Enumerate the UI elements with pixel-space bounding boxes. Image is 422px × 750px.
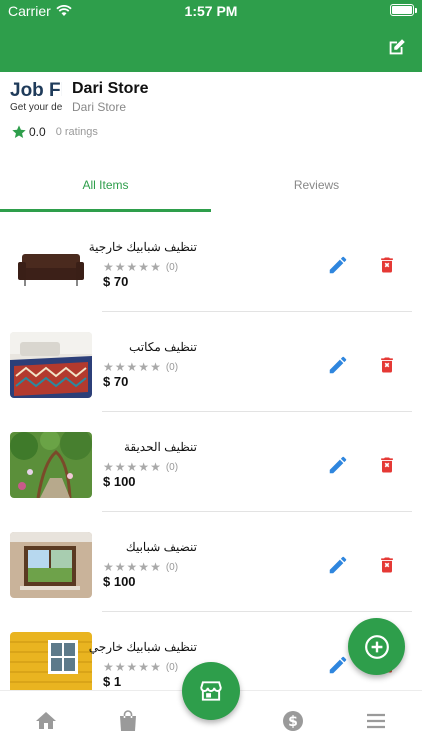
store-name: Dari Store (72, 80, 149, 97)
item-price: $ 70 (103, 374, 129, 389)
tab-reviews[interactable]: Reviews (211, 167, 422, 212)
item-name: تنظيف شبابيك خارجية (88, 240, 197, 254)
star-empty-icon: ★ (138, 360, 150, 374)
item-rating: ★ ★ ★ ★ ★ (0) (103, 660, 178, 674)
star-empty-icon: ★ (103, 560, 114, 574)
list-item[interactable]: تنظيف الحديقة ★ ★ ★ ★ ★ (0) $ 100 (0, 412, 422, 512)
item-image-garden (10, 432, 92, 498)
store-button[interactable] (182, 662, 240, 720)
star-empty-icon: ★ (103, 360, 114, 374)
item-rating: ★ ★ ★ ★ ★ (0) (103, 560, 178, 574)
star-empty-icon: ★ (114, 260, 126, 274)
star-empty-icon: ★ (114, 460, 126, 474)
store-tabs: All Items Reviews (0, 167, 422, 212)
star-empty-icon: ★ (126, 360, 138, 374)
star-empty-icon: ★ (150, 260, 161, 274)
item-name: تنظيف مكاتب (128, 340, 197, 354)
edit-pencil-icon[interactable] (327, 654, 349, 676)
app-header: Carrier 1:57 PM (0, 0, 422, 72)
list-item[interactable]: تنظيف شبابيك خارجية ★ ★ ★ ★ ★ (0) $ 70 (0, 212, 422, 312)
item-review-count: (0) (165, 461, 179, 473)
tab-all-items[interactable]: All Items (0, 167, 211, 212)
star-empty-icon: ★ (103, 460, 114, 474)
dollar-icon[interactable]: $ (281, 709, 305, 733)
delete-trash-icon[interactable] (377, 454, 397, 476)
home-icon[interactable] (34, 709, 58, 733)
star-empty-icon: ★ (138, 460, 150, 474)
add-item-button[interactable] (348, 618, 405, 675)
status-time: 1:57 PM (184, 3, 238, 19)
menu-icon[interactable] (364, 709, 388, 733)
star-empty-icon: ★ (138, 560, 150, 574)
star-empty-icon: ★ (114, 560, 126, 574)
item-price: $ 1 (103, 674, 122, 689)
store-subtitle: Dari Store (72, 100, 127, 114)
star-empty-icon: ★ (138, 260, 150, 274)
list-item[interactable]: تنضيف شبابيك ★ ★ ★ ★ ★ (0) $ 100 (0, 512, 422, 612)
edit-pencil-icon[interactable] (327, 254, 349, 276)
star-empty-icon: ★ (126, 560, 138, 574)
store-header: Job Fl Get your de Dari Store Dari Store… (0, 72, 422, 167)
item-review-count: (0) (165, 261, 179, 273)
item-price: $ 70 (103, 274, 129, 289)
storefront-icon (200, 681, 222, 701)
star-empty-icon: ★ (150, 360, 161, 374)
edit-pencil-icon[interactable] (327, 454, 349, 476)
list-item[interactable]: تنظيف مكاتب ★ ★ ★ ★ ★ (0) $ 70 (0, 312, 422, 412)
item-price: $ 100 (103, 574, 136, 589)
item-rating: ★ ★ ★ ★ ★ (0) (103, 260, 178, 274)
item-name: تنظيف شبابيك خارجي (88, 640, 197, 654)
delete-trash-icon[interactable] (377, 354, 397, 376)
add-circle-icon (364, 634, 389, 659)
star-empty-icon: ★ (126, 260, 138, 274)
star-empty-icon: ★ (114, 360, 126, 374)
store-logo[interactable]: Job Fl Get your de (0, 80, 62, 116)
item-name: تنظيف الحديقة (123, 440, 197, 454)
star-empty-icon: ★ (138, 660, 150, 674)
logo-title: Job Fl (10, 80, 62, 101)
star-empty-icon: ★ (126, 460, 138, 474)
item-image-window (10, 532, 92, 598)
status-bar: Carrier 1:57 PM (0, 0, 422, 22)
battery-icon (390, 4, 417, 16)
star-empty-icon: ★ (126, 660, 138, 674)
logo-subtitle: Get your de (10, 102, 62, 113)
item-rating: ★ ★ ★ ★ ★ (0) (103, 360, 178, 374)
edit-pencil-icon[interactable] (327, 354, 349, 376)
delete-trash-icon[interactable] (377, 254, 397, 276)
star-empty-icon: ★ (114, 660, 126, 674)
item-review-count: (0) (165, 561, 179, 573)
star-icon (12, 125, 26, 138)
item-image-living-room (10, 332, 92, 398)
item-review-count: (0) (165, 661, 179, 673)
shopping-bag-icon[interactable] (116, 709, 140, 733)
item-image-yellow-house (10, 632, 92, 698)
svg-text:$: $ (288, 714, 298, 730)
delete-trash-icon[interactable] (377, 554, 397, 576)
ratings-count: 0 ratings (55, 126, 98, 138)
store-rating: 0.0 0 ratings (11, 124, 98, 140)
item-image-sofa (10, 232, 92, 298)
rating-value: 0.0 (29, 125, 46, 139)
star-empty-icon: ★ (150, 560, 161, 574)
star-empty-icon: ★ (150, 460, 161, 474)
edit-store-button[interactable] (386, 36, 408, 58)
item-review-count: (0) (165, 361, 179, 373)
item-name: تنضيف شبابيك (125, 540, 197, 554)
star-empty-icon: ★ (103, 260, 114, 274)
item-rating: ★ ★ ★ ★ ★ (0) (103, 460, 178, 474)
star-empty-icon: ★ (150, 660, 161, 674)
edit-pencil-icon[interactable] (327, 554, 349, 576)
star-empty-icon: ★ (103, 660, 114, 674)
item-price: $ 100 (103, 474, 136, 489)
